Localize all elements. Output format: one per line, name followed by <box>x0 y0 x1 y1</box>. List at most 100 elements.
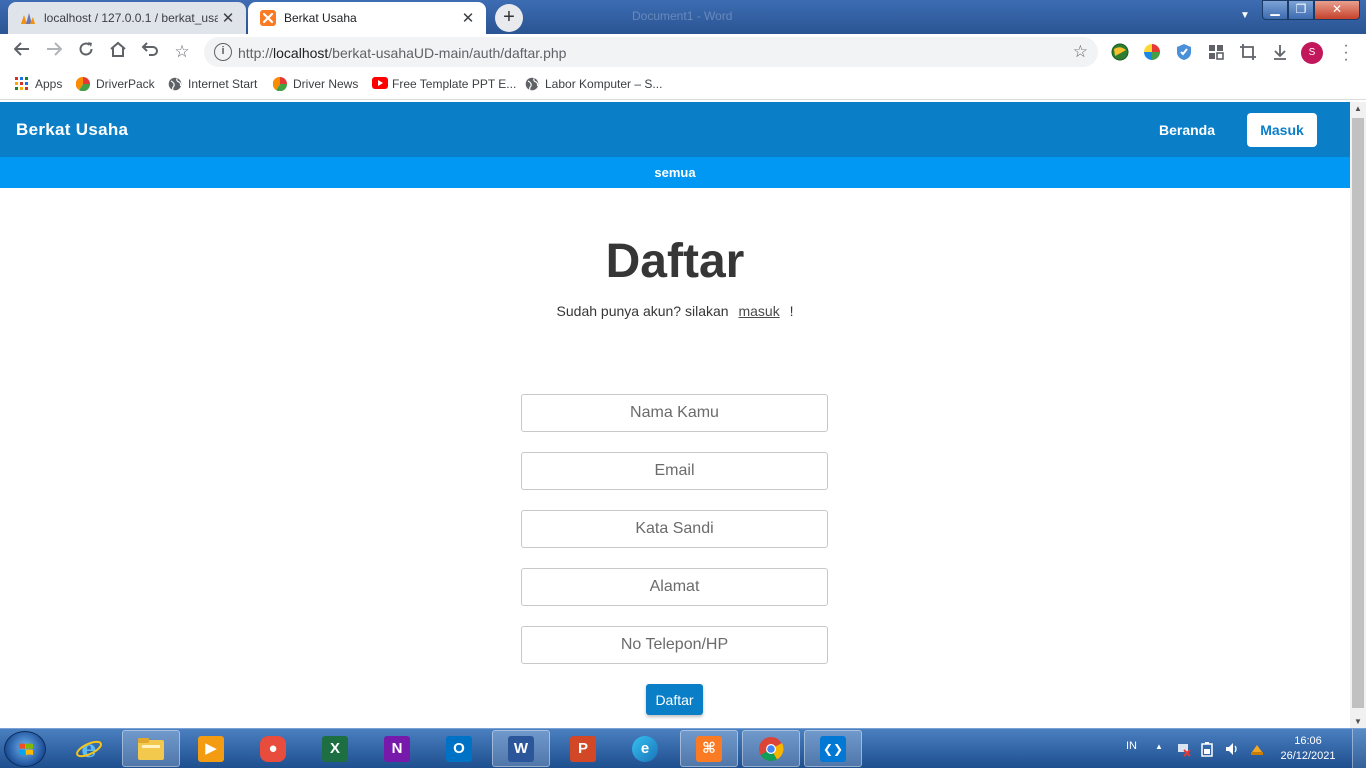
tab-phpmyadmin[interactable]: localhost / 127.0.0.1 / berkat_usa ✕ <box>8 2 246 34</box>
close-tab-icon[interactable]: ✕ <box>458 9 478 27</box>
category-all-link[interactable]: semua <box>0 165 1350 180</box>
maximize-button[interactable]: ❐ <box>1288 0 1314 20</box>
word-button[interactable]: W <box>492 730 550 767</box>
browser-toolbar: ☆ i http://localhost/berkat-usahaUD-main… <box>0 34 1366 70</box>
extension-globe-icon[interactable] <box>1111 43 1129 61</box>
xampp-icon: ⌘ <box>696 735 722 762</box>
tab-search-icon[interactable]: ▼ <box>1240 10 1250 21</box>
scroll-down-arrow-icon[interactable]: ▼ <box>1350 717 1366 726</box>
download-icon[interactable] <box>1271 43 1289 61</box>
home-icon[interactable] <box>106 41 130 63</box>
tab-berkat-usaha[interactable]: Berkat Usaha ✕ <box>248 2 486 34</box>
show-desktop-button[interactable] <box>1352 729 1366 769</box>
system-clock[interactable]: 16:06 26/12/2021 <box>1276 734 1340 764</box>
svg-text:e: e <box>81 735 96 763</box>
profile-avatar[interactable]: S <box>1301 42 1323 64</box>
bookmark-label: DriverPack <box>96 77 155 91</box>
nav-home-link[interactable]: Beranda <box>1159 122 1215 138</box>
chrome-button[interactable] <box>742 730 800 767</box>
site-info-icon[interactable]: i <box>214 43 232 61</box>
word-icon: W <box>508 735 534 762</box>
xampp-icon <box>260 10 276 26</box>
internet-explorer-button[interactable]: e <box>60 730 118 767</box>
scroll-up-arrow-icon[interactable]: ▲ <box>1350 104 1366 113</box>
powerpoint-icon: P <box>570 735 596 762</box>
start-button[interactable] <box>4 731 46 767</box>
password-input[interactable] <box>521 510 828 548</box>
browser-title-bar: localhost / 127.0.0.1 / berkat_usa ✕ Ber… <box>0 0 1366 34</box>
driverpack-icon <box>272 76 288 92</box>
bookmarks-bar: Apps DriverPack Internet Start Driver Ne… <box>0 70 1366 100</box>
driverpack-icon <box>75 76 91 92</box>
tab-title: Berkat Usaha <box>284 11 357 25</box>
bookmark-label: Apps <box>35 77 63 91</box>
login-link[interactable]: masuk <box>738 303 779 319</box>
page-viewport: Berkat Usaha Beranda Masuk semua Daftar … <box>0 102 1350 728</box>
close-window-button[interactable]: ✕ <box>1314 0 1360 20</box>
bookmark-labor-komputer[interactable]: Labor Komputer – S... <box>525 77 662 91</box>
phone-input[interactable] <box>521 626 828 664</box>
url-path: /berkat-usahaUD-main/auth/daftar.php <box>328 45 567 61</box>
edge-button[interactable]: e <box>616 730 674 767</box>
xampp-button[interactable]: ⌘ <box>680 730 738 767</box>
bookmark-internet-start[interactable]: Internet Start <box>168 77 257 91</box>
file-explorer-button[interactable] <box>122 730 180 767</box>
minimize-button[interactable]: ▁ <box>1262 0 1288 20</box>
clock-date: 26/12/2021 <box>1280 750 1336 762</box>
update-notification-icon[interactable] <box>1249 741 1265 781</box>
nav-login-button[interactable]: Masuk <box>1247 113 1317 147</box>
volume-icon[interactable] <box>1224 741 1240 781</box>
email-input[interactable] <box>521 452 828 490</box>
new-tab-button[interactable]: + <box>495 4 523 32</box>
network-icon[interactable] <box>1176 741 1192 781</box>
url-text[interactable]: http://localhost/berkat-usahaUD-main/aut… <box>238 45 566 61</box>
name-input[interactable] <box>521 394 828 432</box>
onenote-button[interactable]: N <box>368 730 426 767</box>
category-bar: semua <box>0 157 1350 188</box>
globe-icon <box>168 77 182 91</box>
bookmark-driverpack[interactable]: DriverPack <box>75 76 155 92</box>
close-tab-icon[interactable]: ✕ <box>218 9 238 27</box>
excel-button[interactable]: X <box>306 730 364 767</box>
outlook-button[interactable]: O <box>430 730 488 767</box>
windows-taskbar: e ▶ ● X N O W P e ⌘ ❮❯ IN ▲ 16:06 26/12/… <box>0 728 1366 769</box>
chrome-icon <box>759 736 784 761</box>
extension-shield-icon[interactable] <box>1175 43 1193 61</box>
reload-icon[interactable] <box>74 41 98 63</box>
login-prompt-text: Sudah punya akun? silakan <box>556 303 729 319</box>
bookmark-label: Labor Komputer – S... <box>545 77 663 91</box>
edge-icon: e <box>632 735 658 762</box>
youtube-icon <box>372 77 388 91</box>
clock-time: 16:06 <box>1294 735 1322 747</box>
media-player-icon: ▶ <box>198 735 224 762</box>
url-host: localhost <box>273 45 329 61</box>
power-icon[interactable] <box>1200 741 1214 781</box>
bookmark-driver-news[interactable]: Driver News <box>272 76 358 92</box>
page-scrollbar[interactable]: ▲ ▼ <box>1350 102 1366 728</box>
powerpoint-button[interactable]: P <box>554 730 612 767</box>
browser-menu-icon[interactable]: · · · <box>1338 38 1354 68</box>
vscode-button[interactable]: ❮❯ <box>804 730 862 767</box>
bookmark-free-template-ppt[interactable]: Free Template PPT E... <box>372 77 516 91</box>
address-bar[interactable]: i http://localhost/berkat-usahaUD-main/a… <box>204 37 1098 67</box>
register-submit-button[interactable]: Daftar <box>646 684 703 715</box>
show-hidden-icons-icon[interactable]: ▲ <box>1155 742 1163 782</box>
login-prompt-end: ! <box>789 303 794 319</box>
site-brand[interactable]: Berkat Usaha <box>16 120 128 140</box>
bookmark-apps[interactable]: Apps <box>15 77 62 91</box>
extensions-puzzle-icon[interactable] <box>1207 43 1225 61</box>
language-indicator[interactable]: IN <box>1126 740 1137 780</box>
forward-icon[interactable] <box>42 41 66 63</box>
crop-icon[interactable] <box>1239 43 1257 61</box>
scroll-thumb[interactable] <box>1352 118 1364 708</box>
address-input[interactable] <box>521 568 828 606</box>
bookmark-page-star-icon[interactable]: ☆ <box>1073 42 1088 62</box>
bookmark-label: Internet Start <box>188 77 258 91</box>
undo-icon[interactable] <box>138 41 162 63</box>
extension-color-wheel-icon[interactable] <box>1143 43 1161 61</box>
bookmark-star-icon[interactable]: ☆ <box>170 41 194 63</box>
camera-app-button[interactable]: ● <box>244 730 302 767</box>
media-player-button[interactable]: ▶ <box>182 730 240 767</box>
back-icon[interactable] <box>10 41 34 63</box>
bookmark-label: Free Template PPT E... <box>392 77 517 91</box>
